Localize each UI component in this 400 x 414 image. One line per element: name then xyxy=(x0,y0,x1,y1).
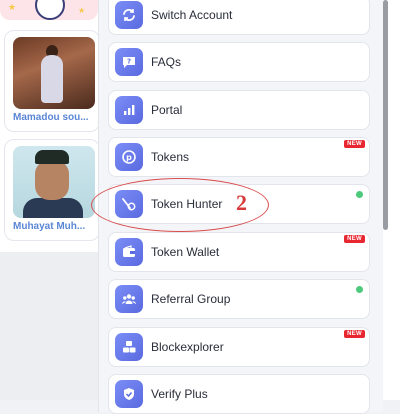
menu-item-referral-group[interactable]: Referral Group xyxy=(108,279,370,319)
menu-item-token-wallet[interactable]: Token Wallet NEW xyxy=(108,232,370,272)
menu-item-label: Tokens xyxy=(151,150,190,164)
menu-item-label: Verify Plus xyxy=(151,387,208,401)
profile-photo xyxy=(13,37,95,109)
annotation-number: 2 xyxy=(236,190,247,215)
online-dot xyxy=(356,286,363,293)
new-badge: NEW xyxy=(344,235,365,243)
wallet-icon xyxy=(115,238,143,266)
profile-card[interactable]: Muhayat Muh... xyxy=(4,139,100,241)
menu-item-label: Blockexplorer xyxy=(151,340,224,354)
new-badge: NEW xyxy=(344,330,365,338)
profile-name: Muhayat Muh... xyxy=(13,221,86,232)
blocks-icon xyxy=(115,333,143,361)
menu-item-blockexplorer[interactable]: Blockexplorer NEW xyxy=(108,327,370,367)
verify-icon xyxy=(115,380,143,408)
switch-icon xyxy=(115,1,143,29)
menu-item-faqs[interactable]: ? FAQs xyxy=(108,42,370,82)
svg-text:p: p xyxy=(126,153,132,162)
menu-item-label: Portal xyxy=(151,103,183,117)
portal-chart-icon xyxy=(115,96,143,124)
menu-item-verify-plus[interactable]: Verify Plus xyxy=(108,374,370,414)
menu-item-portal[interactable]: Portal xyxy=(108,90,370,130)
menu-item-label: Switch Account xyxy=(151,8,233,22)
profile-card[interactable]: Mamadou sou... xyxy=(4,30,100,132)
menu-item-tokens[interactable]: p Tokens NEW xyxy=(108,137,370,177)
faq-chat-icon: ? xyxy=(115,48,143,76)
menu-item-label: FAQs xyxy=(151,55,182,69)
banner-illustration: ★ ★ xyxy=(0,0,98,20)
online-dot xyxy=(356,191,363,198)
profile-photo xyxy=(13,146,95,218)
menu-item-label: Token Wallet xyxy=(151,245,220,259)
menu-scrollbar[interactable] xyxy=(383,0,388,230)
menu-item-label: Referral Group xyxy=(151,292,231,306)
background-overlay xyxy=(0,252,110,400)
menu-item-switch-account[interactable]: Switch Account xyxy=(108,0,370,35)
new-badge: NEW xyxy=(344,140,365,148)
profile-name: Mamadou sou... xyxy=(13,112,89,123)
svg-text:?: ? xyxy=(127,58,131,66)
group-icon xyxy=(115,285,143,313)
token-coin-icon: p xyxy=(115,143,143,171)
